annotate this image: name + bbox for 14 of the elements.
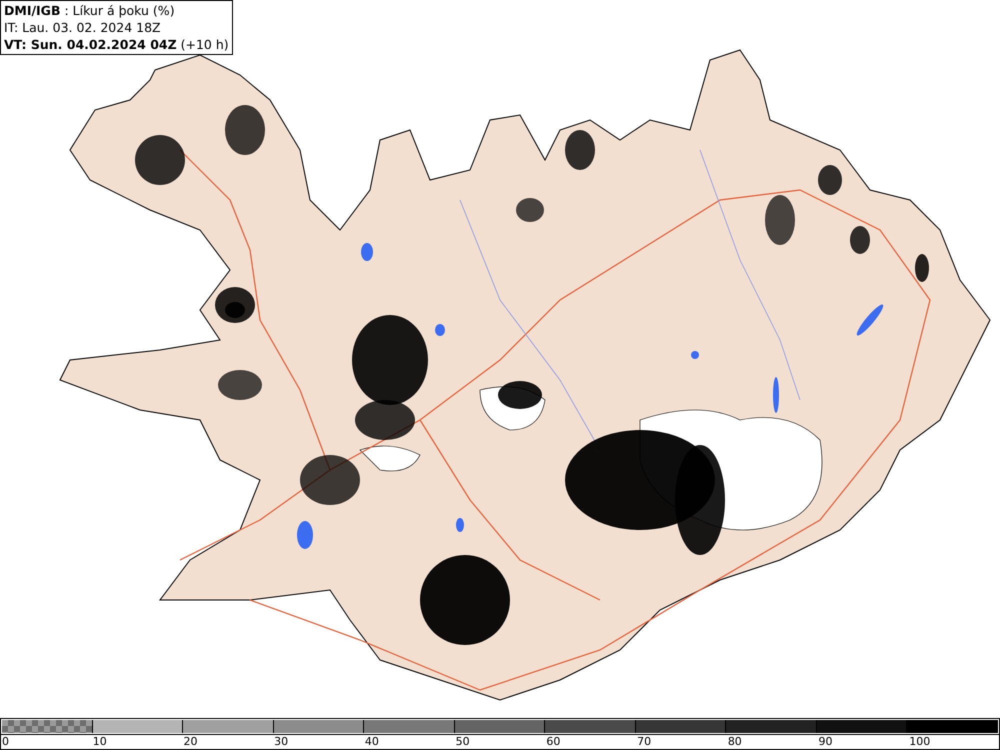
scale-label: 90 (818, 735, 833, 749)
scale-label: 60 (545, 735, 560, 749)
map-title-line: IT: Lau. 03. 02. 2024 18Z (4, 19, 162, 36)
scale-label: 30 (273, 735, 288, 749)
scale-label: 80 (726, 735, 742, 749)
scale-label: 20 (182, 735, 198, 749)
map-title-line: DMI/IGB : Líkur á þoku (%) (4, 2, 176, 19)
scale-label: 10 (92, 735, 107, 749)
scale-label: 100 (908, 735, 930, 749)
scale-label: 70 (636, 735, 652, 749)
scale-label: 0 (1, 735, 9, 749)
scale-label: 50 (454, 735, 470, 749)
scale-label: 40 (364, 735, 379, 749)
map-title-line: VT: Sun. 04.02.2024 04Z (+10 h) (4, 36, 229, 53)
